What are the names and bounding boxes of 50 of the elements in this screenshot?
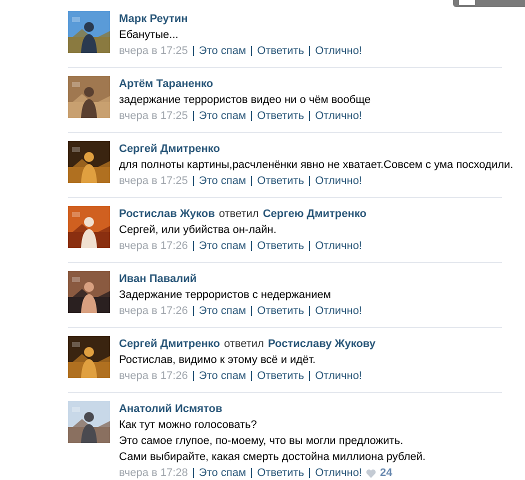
comment-text: для полноты картины,расчленёнки явно не хватает.Совсем с ума посходили. [119,158,514,173]
action-link[interactable]: Это спам [198,368,246,384]
author-link[interactable]: Марк Реутин [119,11,188,27]
author-link[interactable]: Сергей Дмитренко [119,141,220,157]
author-link[interactable]: Сергей Дмитренко [119,336,220,352]
comment-time: вчера в 17:26 [119,239,188,254]
action-link[interactable]: Это спам [198,238,246,254]
action-link[interactable]: Ответить [257,173,304,189]
action-link[interactable]: Отлично! [315,303,362,319]
action-link[interactable]: Это спам [198,43,246,59]
like-count: 24 [380,466,392,480]
heart-icon[interactable] [366,468,376,478]
action-link[interactable]: Ответить [257,368,304,384]
comment-time: вчера в 17:26 [119,369,188,384]
comment-text: Это самое глупое, по-моему, что вы могли предложить. [119,434,404,449]
comment-text: Задержание террористов с недержанием [119,288,332,303]
action-link[interactable]: Ответить [257,238,304,254]
author-link[interactable]: Ростислав Жуков [119,206,215,222]
comment-time: вчера в 17:25 [119,174,188,189]
action-link[interactable]: Отлично! [315,108,362,124]
action-link[interactable]: Отлично! [315,173,362,189]
reply-label: ответил [224,337,264,352]
comment-time: вчера в 17:25 [119,44,188,59]
action-link[interactable]: Ответить [257,465,304,480]
reply-label: ответил [218,207,259,222]
action-link[interactable]: Это спам [198,108,246,124]
comment-time: вчера в 17:28 [119,466,188,480]
comment-text: Ебанутые... [119,28,180,43]
comment-time: вчера в 17:25 [119,109,188,124]
comment-text: задержание террористов видео ни о чём вообще [119,93,371,108]
comment-text: Сами выбирайте, какая смерть достойна миллиона рублей. [119,450,426,465]
action-link[interactable]: Ответить [257,108,304,124]
action-link[interactable]: Это спам [198,465,246,480]
action-link[interactable]: Отлично! [315,43,362,59]
action-link[interactable]: Это спам [198,173,246,189]
action-link[interactable]: Ответить [257,303,304,319]
comment-text: Сергей, или убийства он-лайн. [119,223,278,238]
action-link[interactable]: Ответить [257,43,304,59]
reply-to-link[interactable]: Сергею Дмитренко [262,206,366,222]
author-link[interactable]: Анатолий Исмятов [119,401,222,417]
action-link[interactable]: Отлично! [315,368,362,384]
comment-text: Ростислав, видимо к этому всё и идёт. [119,353,317,368]
comment-text: Как тут можно голосовать? [119,418,258,433]
action-link[interactable]: Это спам [198,303,246,319]
reply-to-link[interactable]: Ростиславу Жукову [268,336,376,352]
action-link[interactable]: Отлично! [315,465,362,480]
action-link[interactable]: Отлично! [315,238,362,254]
author-link[interactable]: Иван Павалий [119,271,197,287]
comment-time: вчера в 17:26 [119,304,188,319]
author-link[interactable]: Артём Тараненко [119,76,214,92]
